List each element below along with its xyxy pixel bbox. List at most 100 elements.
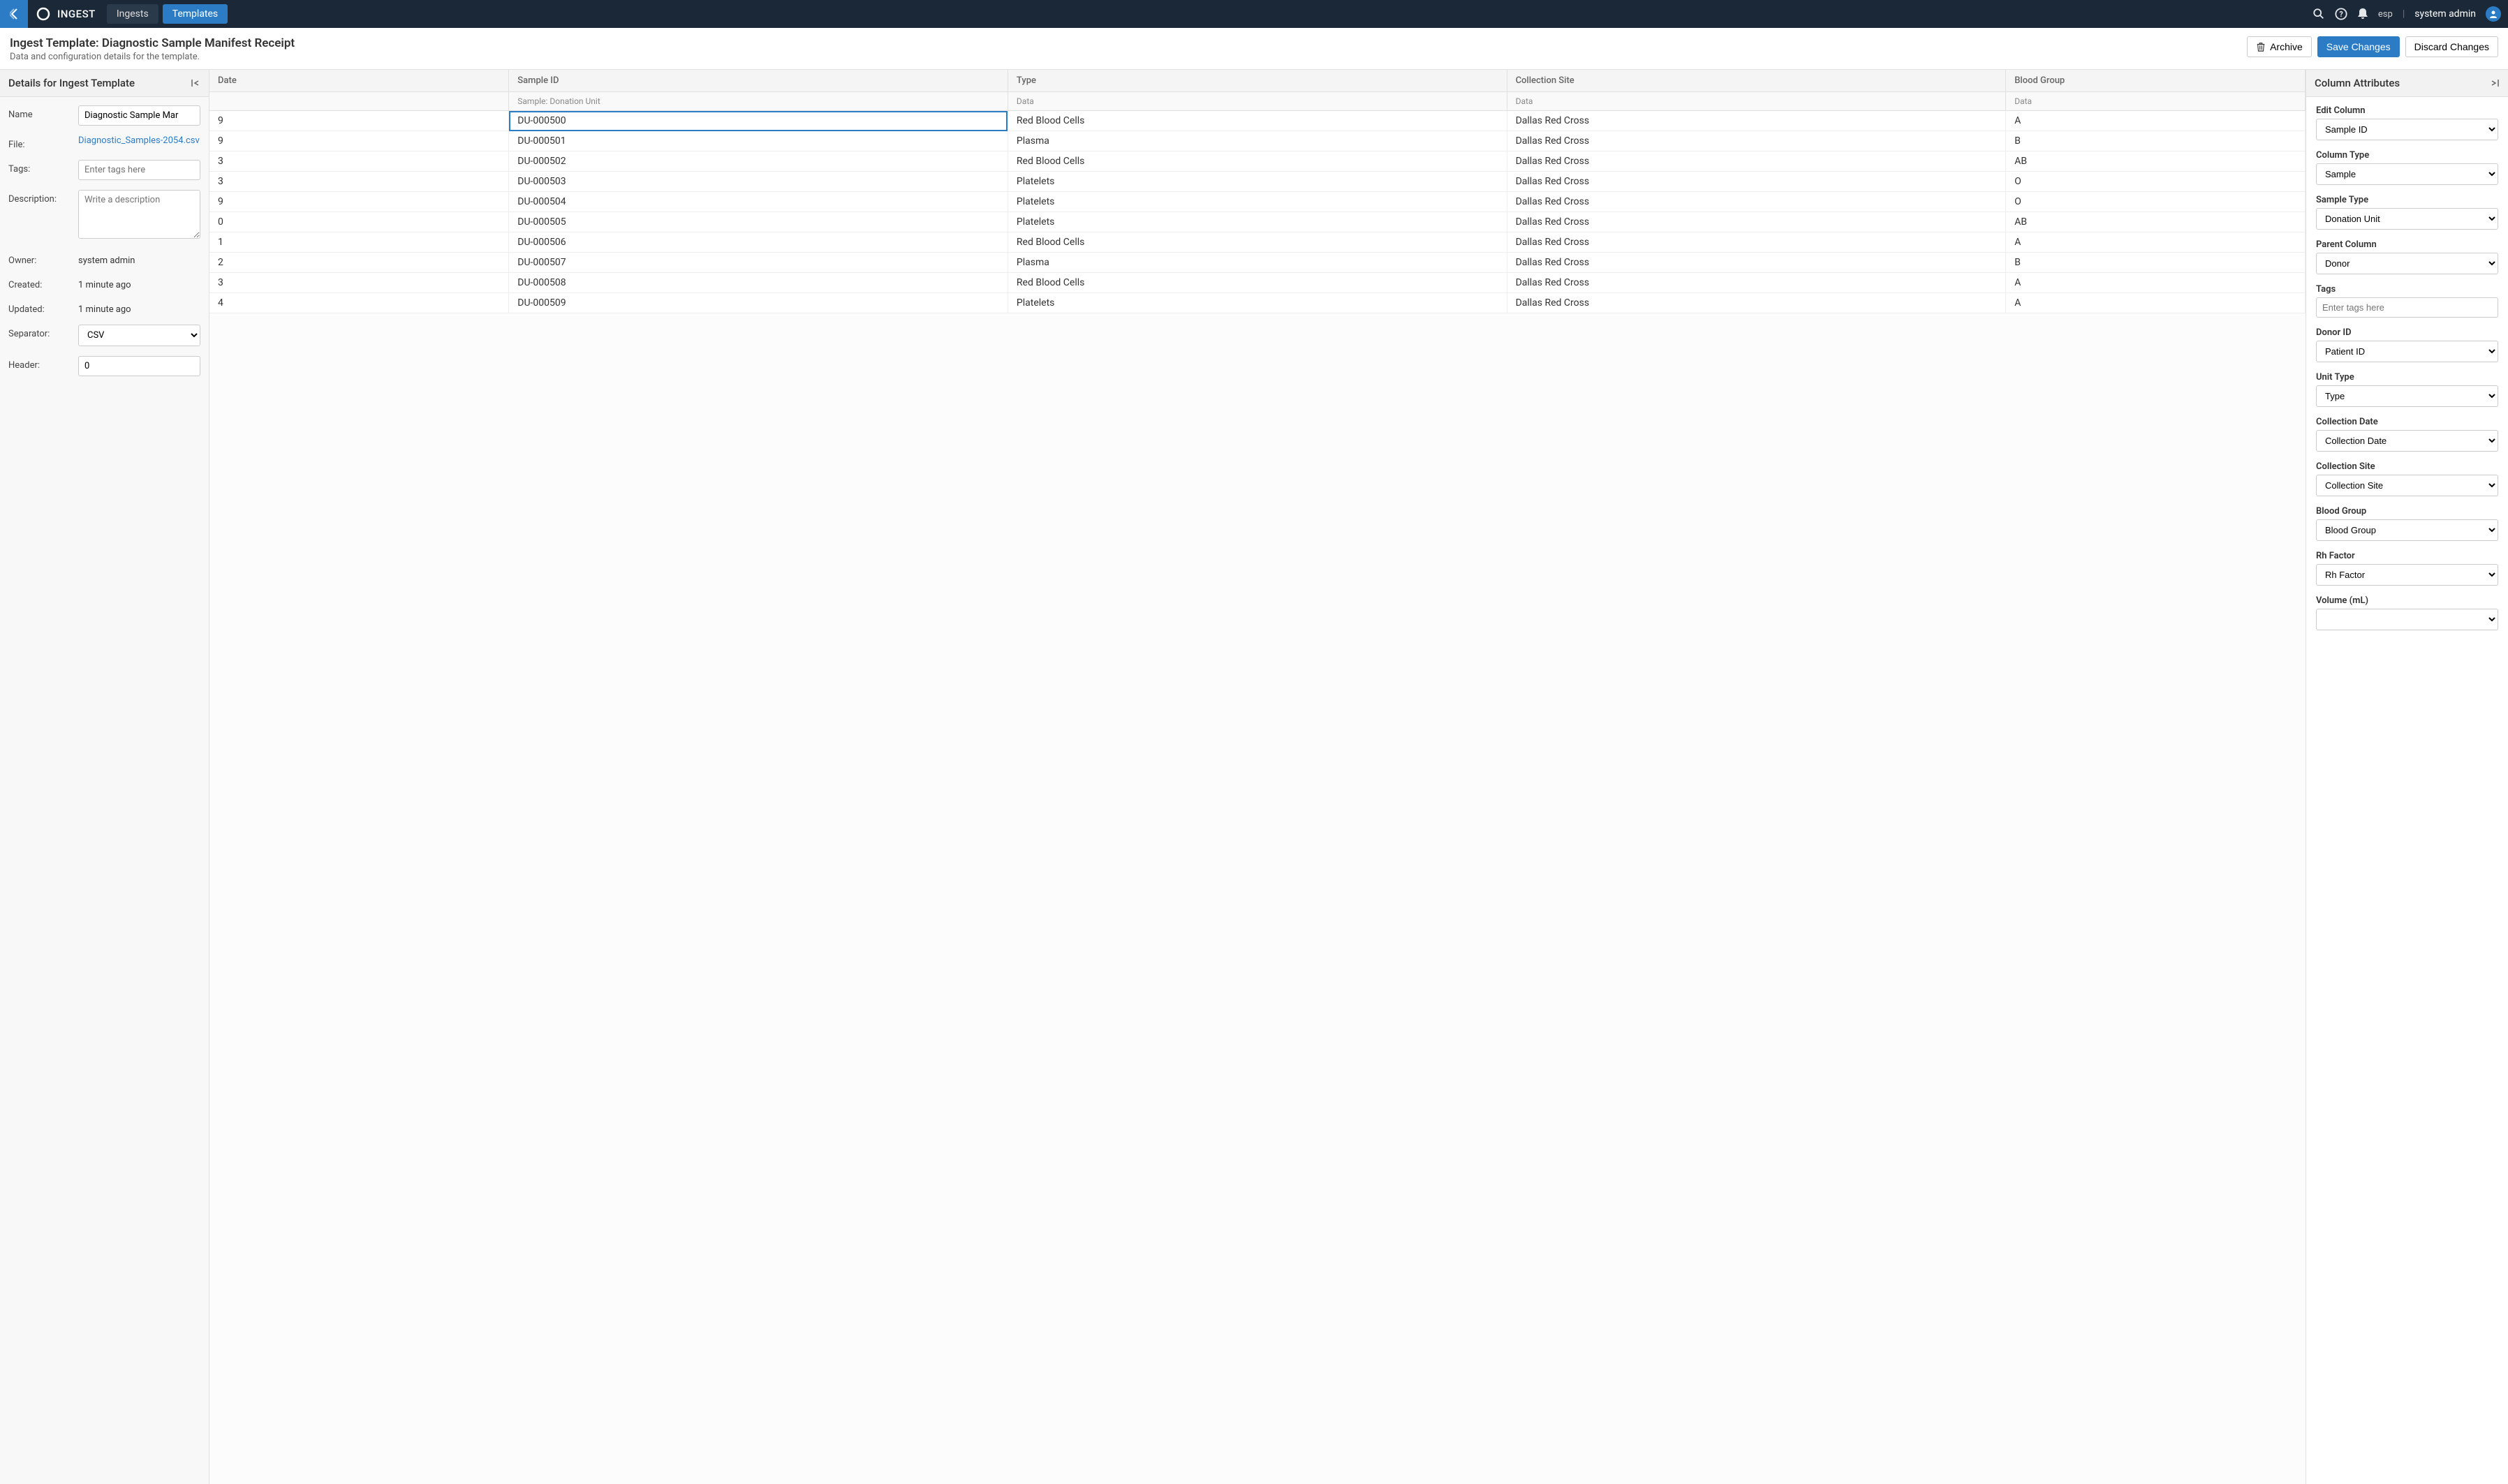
grid-cell[interactable]: 3 (209, 172, 509, 192)
grid-cell[interactable]: AB (2006, 212, 2306, 232)
owner-value: system admin (78, 251, 200, 266)
column-header[interactable]: Type (1008, 70, 1507, 92)
grid-cell[interactable]: DU-000501 (509, 131, 1008, 151)
grid-cell[interactable]: Red Blood Cells (1008, 111, 1507, 131)
attr-select[interactable]: Rh Factor (2316, 564, 2498, 586)
table-row: 9DU-000500Red Blood CellsDallas Red Cros… (209, 111, 2306, 131)
grid-cell[interactable]: 3 (209, 151, 509, 172)
grid-cell[interactable]: Dallas Red Cross (1507, 212, 2006, 232)
archive-button[interactable]: Archive (2247, 36, 2312, 57)
grid-cell[interactable]: Red Blood Cells (1008, 151, 1507, 172)
grid-cell[interactable]: 3 (209, 273, 509, 293)
collapse-left-icon[interactable] (191, 78, 200, 88)
app-logo-icon (36, 7, 50, 21)
save-button[interactable]: Save Changes (2317, 36, 2400, 57)
attr-select[interactable]: Donation Unit (2316, 208, 2498, 230)
grid-cell[interactable]: Dallas Red Cross (1507, 192, 2006, 212)
grid-cell[interactable]: Dallas Red Cross (1507, 232, 2006, 253)
attr-select[interactable]: Type (2316, 385, 2498, 407)
svg-text:?: ? (2339, 10, 2343, 19)
column-header[interactable]: Blood Group (2006, 70, 2306, 92)
grid-cell[interactable]: Platelets (1008, 192, 1507, 212)
grid-cell[interactable]: Dallas Red Cross (1507, 172, 2006, 192)
attr-label: Unit Type (2316, 372, 2498, 383)
grid-cell[interactable]: Platelets (1008, 212, 1507, 232)
grid-cell[interactable]: A (2006, 273, 2306, 293)
grid-cell[interactable]: Dallas Red Cross (1507, 293, 2006, 313)
grid-cell[interactable]: A (2006, 111, 2306, 131)
grid-cell[interactable]: AB (2006, 151, 2306, 172)
details-panel: Details for Ingest Template Name File: D… (0, 70, 209, 1484)
grid-cell[interactable]: Dallas Red Cross (1507, 253, 2006, 273)
grid-cell[interactable]: Platelets (1008, 293, 1507, 313)
grid-cell[interactable]: DU-000509 (509, 293, 1008, 313)
attr-label: Collection Site (2316, 461, 2498, 472)
tab-templates[interactable]: Templates (163, 4, 228, 24)
attr-select[interactable]: Blood Group (2316, 519, 2498, 541)
grid-cell[interactable]: DU-000503 (509, 172, 1008, 192)
column-header[interactable]: Date (209, 70, 509, 92)
attr-select[interactable]: Sample ID (2316, 119, 2498, 140)
tags-input[interactable] (78, 160, 200, 180)
attr-input[interactable] (2316, 297, 2498, 318)
grid-cell[interactable]: B (2006, 131, 2306, 151)
attr-select[interactable] (2316, 609, 2498, 630)
attr-select[interactable]: Donor (2316, 253, 2498, 274)
grid-cell[interactable]: Dallas Red Cross (1507, 151, 2006, 172)
grid-cell[interactable]: DU-000506 (509, 232, 1008, 253)
language-label[interactable]: esp (2378, 9, 2393, 20)
grid-cell[interactable]: DU-000505 (509, 212, 1008, 232)
grid-cell[interactable]: B (2006, 253, 2306, 273)
tab-ingests[interactable]: Ingests (107, 4, 158, 24)
grid-cell[interactable]: Red Blood Cells (1008, 273, 1507, 293)
details-panel-header: Details for Ingest Template (0, 70, 209, 97)
grid-cell[interactable]: Dallas Red Cross (1507, 131, 2006, 151)
column-header[interactable]: Sample ID (509, 70, 1008, 92)
attr-label: Tags (2316, 284, 2498, 295)
grid-cell[interactable]: 2 (209, 253, 509, 273)
file-link[interactable]: Diagnostic_Samples-2054.csv (78, 135, 200, 146)
grid-cell[interactable]: A (2006, 232, 2306, 253)
attr-select[interactable]: Patient ID (2316, 341, 2498, 362)
name-input[interactable] (78, 105, 200, 126)
grid-cell[interactable]: Dallas Red Cross (1507, 273, 2006, 293)
header-input[interactable] (78, 356, 200, 376)
chevron-left-icon (10, 8, 18, 20)
grid-cell[interactable]: 0 (209, 212, 509, 232)
attr-select[interactable]: Sample (2316, 163, 2498, 185)
search-icon[interactable] (2312, 8, 2325, 20)
grid-cell[interactable]: 4 (209, 293, 509, 313)
table-row: 0DU-000505PlateletsDallas Red CrossAB (209, 212, 2306, 232)
grid-cell[interactable]: 9 (209, 131, 509, 151)
grid-cell[interactable]: 9 (209, 111, 509, 131)
grid-cell[interactable]: A (2006, 293, 2306, 313)
description-input[interactable] (78, 190, 200, 239)
grid-cell[interactable]: Red Blood Cells (1008, 232, 1507, 253)
user-name[interactable]: system admin (2414, 8, 2476, 20)
collapse-right-icon[interactable] (2490, 78, 2500, 88)
grid-cell[interactable]: 9 (209, 192, 509, 212)
attr-select[interactable]: Collection Site (2316, 475, 2498, 496)
discard-button[interactable]: Discard Changes (2405, 36, 2498, 57)
separator-select[interactable]: CSV (78, 325, 200, 346)
attr-select[interactable]: Collection Date (2316, 430, 2498, 452)
details-panel-title: Details for Ingest Template (8, 77, 135, 89)
grid-cell[interactable]: DU-000504 (509, 192, 1008, 212)
grid-cell[interactable]: 1 (209, 232, 509, 253)
column-header[interactable]: Collection Site (1507, 70, 2006, 92)
avatar[interactable] (2486, 6, 2501, 22)
grid-cell[interactable]: O (2006, 172, 2306, 192)
grid-cell[interactable]: Plasma (1008, 253, 1507, 273)
grid-cell[interactable]: Dallas Red Cross (1507, 111, 2006, 131)
grid-cell[interactable]: DU-000502 (509, 151, 1008, 172)
grid-cell[interactable]: O (2006, 192, 2306, 212)
grid-cell[interactable]: DU-000500 (509, 111, 1008, 131)
back-button[interactable] (0, 0, 28, 28)
grid-cell[interactable]: Platelets (1008, 172, 1507, 192)
bell-icon[interactable] (2357, 8, 2368, 20)
grid-cell[interactable]: Plasma (1008, 131, 1507, 151)
grid-cell[interactable]: DU-000508 (509, 273, 1008, 293)
grid-cell[interactable]: DU-000507 (509, 253, 1008, 273)
help-icon[interactable]: ? (2335, 8, 2347, 20)
table-row: 2DU-000507PlasmaDallas Red CrossB (209, 253, 2306, 273)
